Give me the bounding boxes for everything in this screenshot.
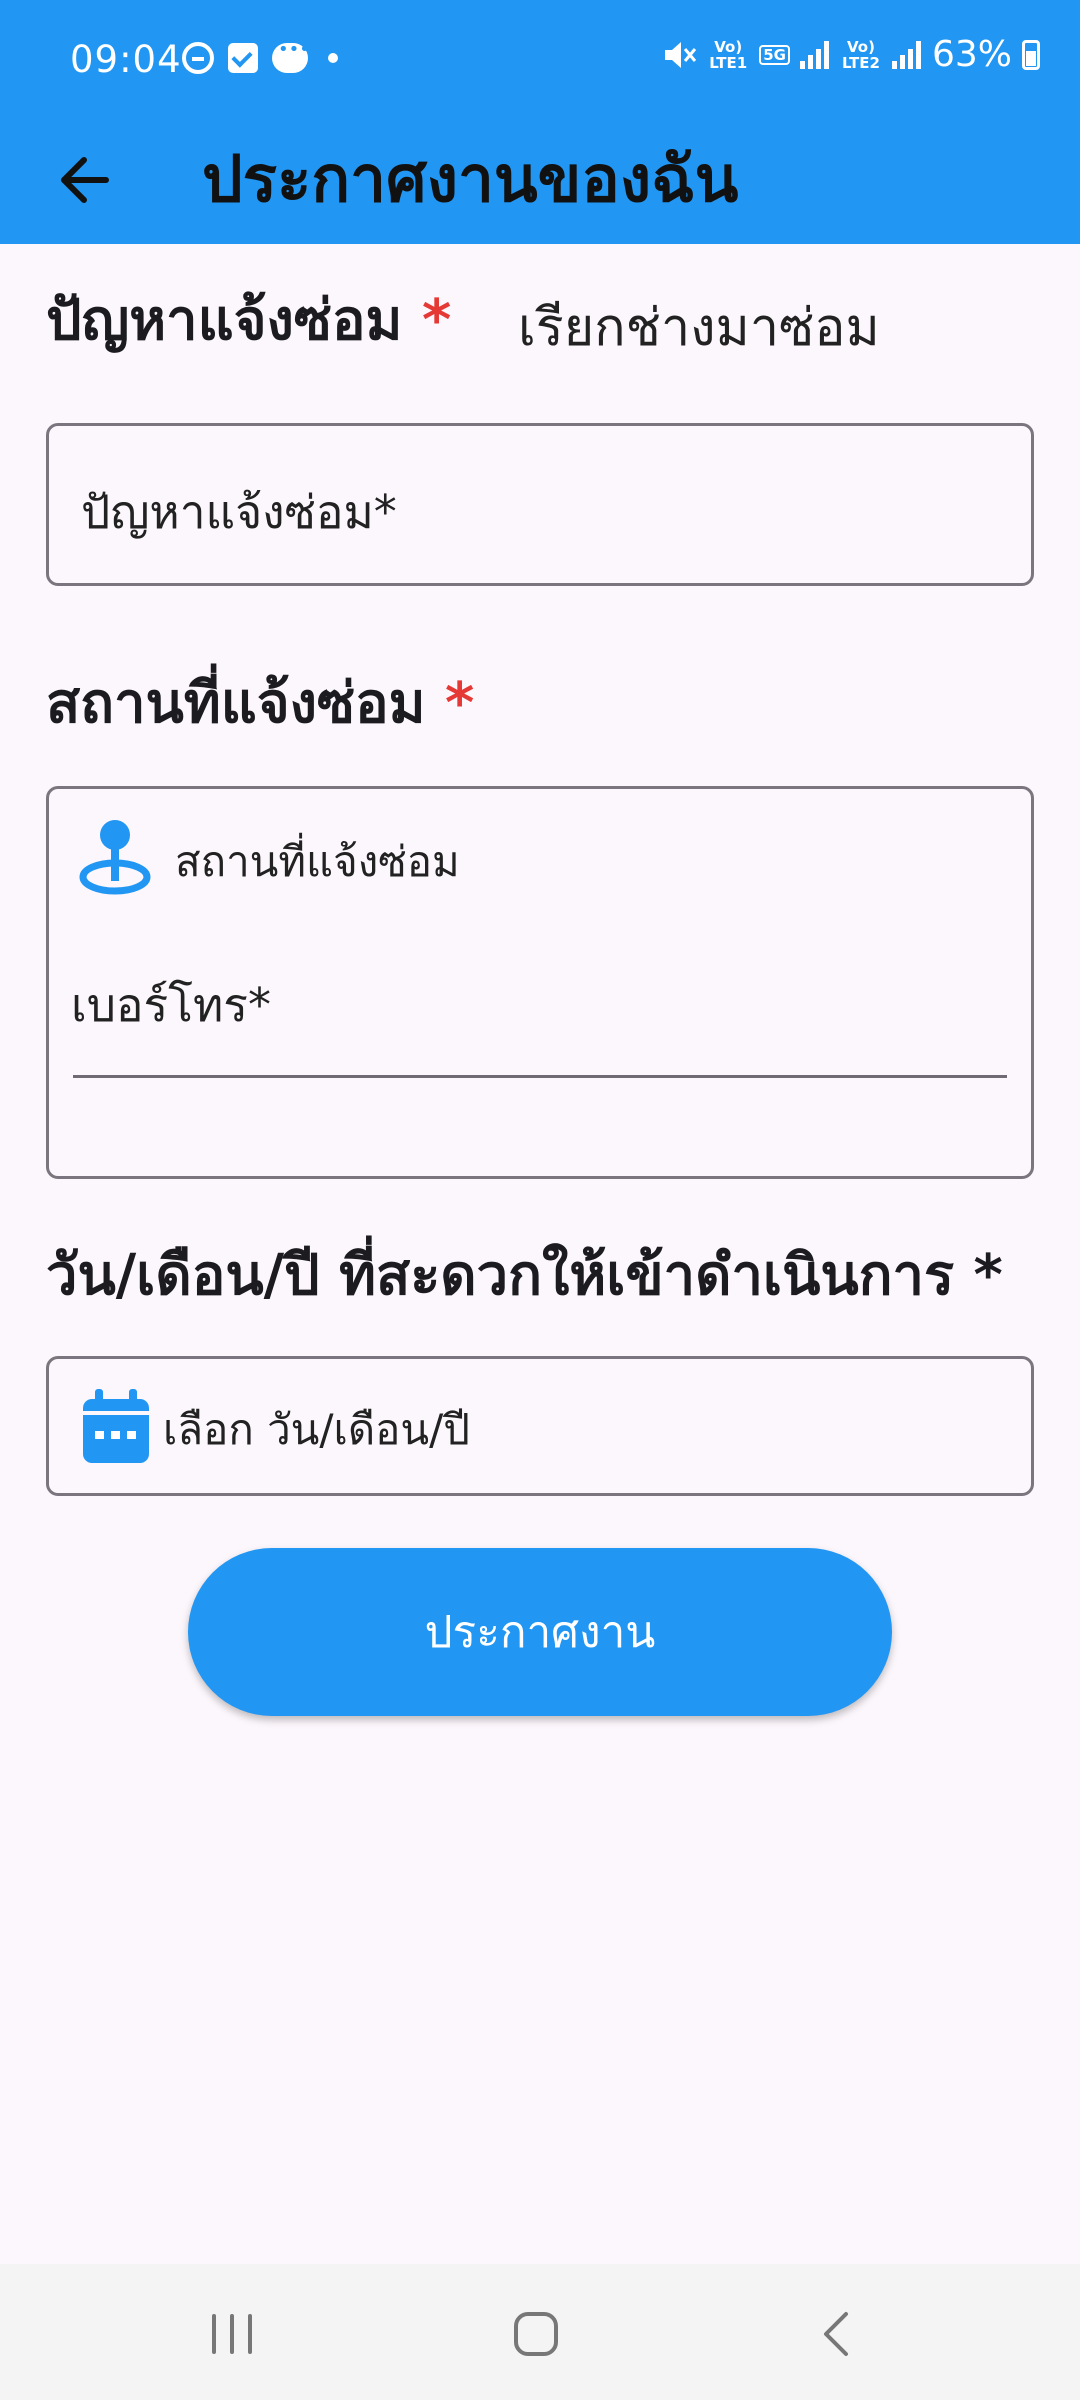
location-card: สถานที่แจ้งซ่อม เบอร์โทร* bbox=[46, 786, 1034, 1179]
status-notification-icons bbox=[182, 39, 338, 74]
task-check-icon bbox=[228, 43, 258, 73]
5g-indicator: 5G bbox=[759, 44, 790, 65]
toolbar: ประกาศงานของฉัน bbox=[0, 120, 1080, 244]
required-mark: * bbox=[421, 288, 452, 353]
lte2-indicator: Vo) LTE2 bbox=[841, 37, 880, 72]
recent-apps-icon[interactable] bbox=[202, 2304, 262, 2364]
location-pin-icon bbox=[79, 820, 151, 895]
mute-icon bbox=[665, 41, 697, 68]
chat-bubble-icon bbox=[272, 39, 310, 73]
status-system-icons: Vo) LTE1 5G Vo) LTE2 63% bbox=[661, 34, 1040, 75]
do-not-disturb-icon bbox=[182, 42, 214, 74]
phone-input[interactable]: เบอร์โทร* bbox=[49, 939, 1031, 1089]
home-icon[interactable] bbox=[506, 2304, 566, 2364]
battery-percent: 63% bbox=[931, 34, 1012, 75]
app-bar: 09:04 Vo) LTE1 5G Vo) LTE2 63% bbox=[0, 0, 1080, 244]
signal-icon bbox=[799, 40, 830, 69]
page-title: ประกาศงานของฉัน bbox=[202, 143, 739, 217]
problem-label-row: ปัญหาแจ้งซ่อม * bbox=[46, 275, 451, 364]
required-mark-2: * bbox=[445, 671, 475, 736]
problem-input[interactable]: ปัญหาแจ้งซ่อม* bbox=[46, 423, 1034, 586]
phone-placeholder: เบอร์โทร* bbox=[71, 978, 271, 1032]
status-bar: 09:04 Vo) LTE1 5G Vo) LTE2 63% bbox=[0, 0, 1080, 120]
date-placeholder: เลือก วัน/เดือน/ปี bbox=[163, 1405, 470, 1454]
more-notifications-dot-icon bbox=[328, 53, 338, 63]
date-picker-field[interactable]: เลือก วัน/เดือน/ปี bbox=[46, 1356, 1034, 1496]
location-label-row: สถานที่แจ้งซ่อม * bbox=[46, 658, 474, 747]
calendar-icon bbox=[83, 1389, 149, 1463]
battery-charging-icon bbox=[1022, 39, 1040, 70]
system-nav-bar bbox=[0, 2264, 1080, 2400]
post-job-button[interactable]: ประกาศงาน bbox=[188, 1548, 892, 1716]
date-label: วัน/เดือน/ปี ที่สะดวกให้เข้าดำเนินการ * bbox=[46, 1243, 1003, 1308]
problem-input-placeholder: ปัญหาแจ้งซ่อม* bbox=[81, 485, 397, 539]
status-time: 09:04 bbox=[70, 38, 182, 81]
back-nav-icon[interactable] bbox=[808, 2304, 868, 2364]
back-arrow-icon[interactable] bbox=[50, 140, 130, 220]
problem-label: ปัญหาแจ้งซ่อม bbox=[46, 288, 403, 353]
location-picker[interactable]: สถานที่แจ้งซ่อม bbox=[77, 815, 677, 901]
lte1-indicator: Vo) LTE1 bbox=[709, 37, 748, 72]
location-label: สถานที่แจ้งซ่อม bbox=[46, 671, 426, 736]
phone-underline bbox=[73, 1075, 1007, 1078]
signal-icon-2 bbox=[891, 40, 922, 69]
location-placeholder: สถานที่แจ้งซ่อม bbox=[175, 837, 460, 886]
problem-selected-value: เรียกช่างมาซ่อม bbox=[518, 298, 880, 358]
